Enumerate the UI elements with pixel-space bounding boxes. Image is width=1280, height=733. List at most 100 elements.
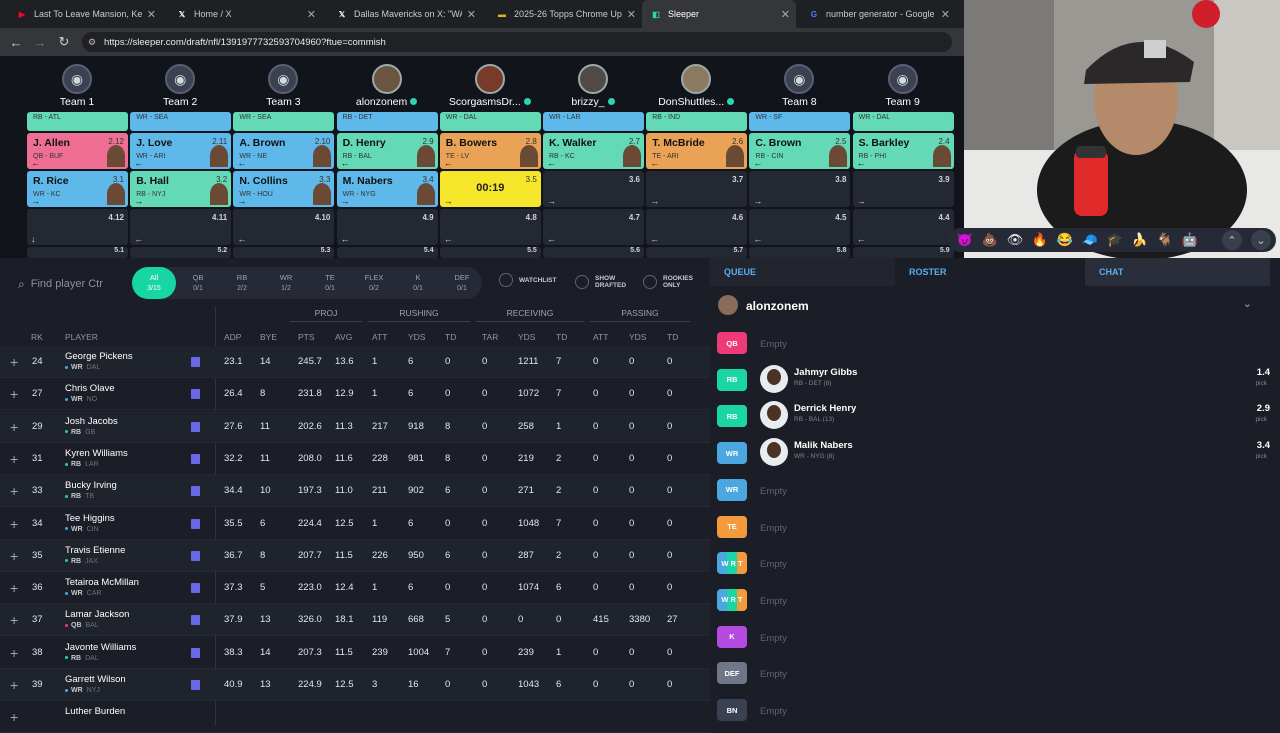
header-ctd[interactable]: TD [556, 332, 567, 342]
reaction-emoji-icon[interactable]: 💩 [979, 230, 1001, 250]
draft-pick-cell[interactable]: WR - LAR [543, 112, 644, 131]
add-to-queue-icon[interactable]: + [10, 354, 18, 370]
table-row[interactable]: +38 Javonte Williams RB DAL 38.3 14 207.3 11.5 2… [0, 637, 710, 669]
draft-pick-cell[interactable]: 5.6 [543, 247, 644, 258]
address-bar[interactable]: ⚙ https://sleeper.com/draft/nfl/13919777… [82, 32, 952, 52]
position-filter-def[interactable]: DEF 0/1 [440, 267, 484, 299]
roster-slot[interactable]: WR Malik Nabers WR - NYG (8) 3.4 pick [710, 438, 1280, 474]
header-adp[interactable]: ADP [224, 332, 241, 342]
header-avg[interactable]: AVG [335, 332, 352, 342]
player-name[interactable]: Tetairoa McMillan [65, 577, 139, 588]
roster-owner[interactable]: alonzonem ⌄ [710, 294, 1280, 318]
draft-pick-cell[interactable]: RB - DET [336, 112, 438, 131]
player-news-icon[interactable] [191, 615, 200, 626]
reaction-emoji-icon[interactable]: 🔥 [1029, 230, 1051, 250]
draft-pick-cell[interactable]: 5.5 [439, 247, 541, 258]
draft-pick-cell[interactable]: J. Love WR - ARI 2.11 ← [130, 133, 232, 169]
header-ratt[interactable]: ATT [372, 332, 387, 342]
header-tar[interactable]: TAR [482, 332, 498, 342]
site-info-icon[interactable]: ⚙ [88, 37, 96, 48]
header-pyds[interactable]: YDS [629, 332, 646, 342]
chevron-down-icon[interactable]: ⌄ [1243, 297, 1252, 310]
roster-slot[interactable]: RB Jahmyr Gibbs RB - DET (8) 1.4 pick [710, 364, 1280, 401]
header-pts[interactable]: PTS [298, 332, 315, 342]
team-header[interactable]: brizzy_ [543, 64, 643, 108]
position-filter-rb[interactable]: RB 2/2 [220, 267, 264, 299]
player-name[interactable]: Lamar Jackson [65, 609, 129, 620]
player-news-icon[interactable] [191, 357, 200, 367]
player-name[interactable]: Tee Higgins [65, 513, 115, 524]
slot-player-name[interactable]: Derrick Henry [794, 403, 856, 414]
draft-pick-cell[interactable]: 3.9 → [852, 171, 954, 207]
add-to-queue-icon[interactable]: + [10, 516, 18, 532]
toggle-show[interactable]: SHOW DRAFTED [575, 275, 626, 289]
toggle-rookies[interactable]: ROOKIES ONLY [643, 275, 693, 289]
position-filter-k[interactable]: K 0/1 [396, 267, 440, 299]
add-to-queue-icon[interactable]: + [10, 612, 18, 628]
draft-pick-cell[interactable]: 4.4 ← [852, 209, 954, 245]
player-news-icon[interactable] [191, 389, 200, 400]
draft-pick-cell[interactable]: RB - ATL [27, 112, 128, 131]
reaction-emoji-icon[interactable]: 😈 [954, 230, 976, 250]
add-to-queue-icon[interactable]: + [10, 709, 18, 725]
player-name[interactable]: Kyren Williams [65, 448, 128, 459]
roster-slot[interactable]: RB Derrick Henry RB - BAL (13) 2.9 pick [710, 401, 1280, 437]
close-icon[interactable]: ✕ [941, 8, 950, 21]
close-icon[interactable]: ✕ [627, 8, 636, 21]
table-row[interactable]: +35 Travis Etienne RB JAX 36.7 8 207.7 11.5 226 9… [0, 539, 710, 572]
add-to-queue-icon[interactable]: + [10, 548, 18, 564]
reaction-emoji-icon[interactable]: 🎓 [1104, 230, 1126, 250]
back-icon[interactable]: ← [4, 30, 28, 54]
browser-tab[interactable]: 𝕏 Dallas Mavericks on X: "WANTED ✕ [328, 0, 482, 28]
add-to-queue-icon[interactable]: + [10, 580, 18, 596]
draft-pick-cell[interactable]: 4.10 ← [233, 209, 335, 245]
draft-pick-cell[interactable]: 5.7 [646, 247, 748, 258]
team-header[interactable]: ◉ Team 9 [853, 64, 953, 108]
draft-pick-cell[interactable]: A. Brown WR - NE 2.10 ← [233, 133, 335, 169]
draft-pick-cell[interactable]: K. Walker RB - KC 2.7 ← [543, 133, 644, 169]
team-header[interactable]: ◉ Team 8 [749, 64, 849, 108]
add-to-queue-icon[interactable]: + [10, 451, 18, 467]
player-name[interactable]: Travis Etienne [65, 545, 125, 556]
draft-pick-cell[interactable]: 3.6 → [543, 171, 644, 207]
browser-tab[interactable]: 𝕏 Home / X ✕ [168, 0, 322, 28]
draft-pick-cell[interactable]: 4.7 ← [543, 209, 644, 245]
roster-slot[interactable]: DEF Empty [710, 658, 1280, 694]
draft-pick-cell[interactable]: B. Bowers TE - LV 2.8 ← [439, 133, 541, 169]
position-filter-te[interactable]: TE 0/1 [308, 267, 352, 299]
team-header[interactable]: alonzonem [337, 64, 437, 108]
table-row[interactable]: +31 Kyren Williams RB LAR 32.2 11 208.0 11.6 228… [0, 443, 710, 475]
tab-roster[interactable]: ROSTER [895, 258, 1085, 286]
add-to-queue-icon[interactable]: + [10, 386, 18, 402]
team-header[interactable]: DonShuttles... [646, 64, 746, 108]
header-rtd[interactable]: TD [445, 332, 456, 342]
browser-tab[interactable]: Gnumber generator - Google Search ✕ [800, 0, 956, 28]
player-news-icon[interactable] [191, 421, 200, 432]
roster-slot[interactable]: W R T Empty [710, 585, 1280, 621]
roster-slot[interactable]: QB Empty [710, 328, 1280, 364]
draft-pick-cell[interactable]: WR - DAL [852, 112, 954, 131]
roster-slot[interactable]: TE Empty [710, 512, 1280, 548]
table-row[interactable]: +24 George Pickens WR DAL 23.1 14 245.7 13.6 1 6 0… [0, 346, 710, 378]
header-rk[interactable]: RK [31, 332, 43, 342]
reaction-emoji-icon[interactable]: 🍌 [1129, 230, 1151, 250]
roster-slot[interactable]: W R T Empty [710, 548, 1280, 584]
draft-pick-cell[interactable]: WR - SF [749, 112, 851, 131]
slot-player-name[interactable]: Malik Nabers [794, 440, 853, 451]
add-to-queue-icon[interactable]: + [10, 645, 18, 661]
draft-pick-cell[interactable]: J. Allen QB - BUF 2.12 ← [27, 133, 128, 169]
add-to-queue-icon[interactable]: + [10, 483, 18, 499]
reaction-emoji-icon[interactable]: 🤖 [1179, 230, 1201, 250]
table-row[interactable]: +34 Tee Higgins WR CIN 35.5 6 224.4 12.5 1 6 0 0 104… [0, 508, 710, 540]
player-news-icon[interactable] [191, 647, 200, 658]
browser-tab[interactable]: ▬ 2025-26 Topps Chrome Update ✕ [488, 0, 642, 28]
draft-pick-cell[interactable]: 4.11 ← [130, 209, 232, 245]
slot-player-name[interactable]: Jahmyr Gibbs [794, 367, 857, 378]
player-news-icon[interactable] [191, 453, 200, 464]
team-header[interactable]: ◉ Team 3 [233, 64, 333, 108]
table-row[interactable]: +37 Lamar Jackson QB BAL 37.9 13 326.0 18.1 119 6… [0, 604, 710, 637]
player-name[interactable]: Chris Olave [65, 383, 115, 394]
team-header[interactable]: ScorgasmsDr... [440, 64, 540, 108]
draft-pick-cell[interactable]: 00:19 3.5 → [439, 171, 541, 207]
draft-pick-cell[interactable]: 4.6 ← [646, 209, 748, 245]
